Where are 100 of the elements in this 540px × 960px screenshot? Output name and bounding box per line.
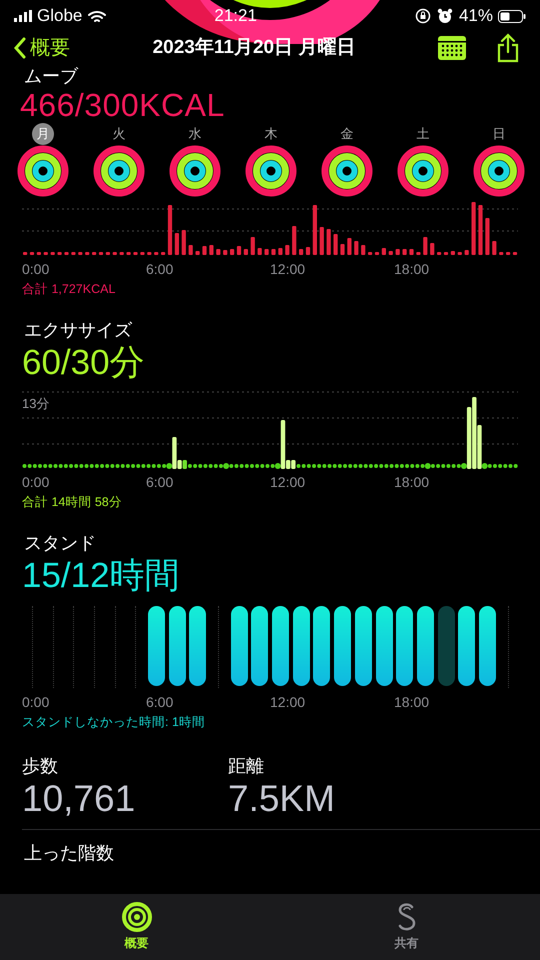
calorie-bar bbox=[368, 252, 372, 255]
calorie-bar bbox=[168, 205, 172, 255]
stat-label: 距離 bbox=[228, 755, 265, 778]
axis-label: 6:00 bbox=[146, 473, 174, 492]
calorie-bar bbox=[271, 249, 276, 255]
calorie-bar bbox=[374, 252, 380, 255]
calorie-bar bbox=[126, 252, 131, 255]
axis-label: 12:00 bbox=[270, 692, 306, 712]
wifi-icon bbox=[88, 10, 106, 22]
weekday-label[interactable]: 木 bbox=[260, 123, 282, 145]
axis-label: 18:00 bbox=[394, 260, 430, 279]
calorie-bar bbox=[423, 237, 428, 255]
section-title: ムーブ bbox=[24, 66, 78, 88]
calorie-bar bbox=[30, 252, 34, 255]
exercise-goal-value: 60/30分 bbox=[21, 344, 146, 382]
axis-label: 18:00 bbox=[394, 692, 430, 712]
calorie-bar bbox=[326, 229, 331, 255]
calorie-bar bbox=[112, 252, 117, 255]
axis-label: 0:00 bbox=[22, 260, 50, 279]
calorie-bar bbox=[340, 244, 345, 255]
calorie-bar bbox=[512, 252, 518, 255]
tab-button[interactable]: 概要 bbox=[122, 894, 152, 960]
total-label: 合計 1,727KCAL bbox=[21, 281, 116, 298]
calorie-bar bbox=[292, 226, 296, 255]
calorie-bar bbox=[361, 245, 366, 255]
calorie-bar bbox=[464, 250, 469, 255]
calorie-bar bbox=[92, 252, 96, 255]
calorie-bar bbox=[437, 252, 442, 255]
stat-value: 7.5KM bbox=[228, 780, 336, 818]
calorie-bar bbox=[174, 233, 179, 255]
total-label: 合計 14時間 58分 bbox=[21, 494, 123, 512]
axis-label: 12:00 bbox=[270, 473, 306, 492]
calorie-bar bbox=[382, 248, 386, 255]
axis-label: 12:00 bbox=[270, 260, 306, 279]
calorie-bar bbox=[354, 241, 358, 255]
calorie-bar bbox=[182, 230, 186, 255]
calendar-icon bbox=[438, 36, 466, 60]
tab-button[interactable]: 共有 bbox=[394, 894, 418, 960]
signal-icon bbox=[14, 10, 32, 22]
calorie-bar bbox=[223, 250, 228, 255]
calorie-bar bbox=[450, 251, 455, 255]
calorie-bar bbox=[506, 252, 510, 255]
axis-label: 6:00 bbox=[146, 692, 174, 712]
stat-label: 歩数 bbox=[22, 755, 59, 778]
calorie-bar bbox=[444, 252, 448, 255]
carrier-name: Globe bbox=[37, 5, 82, 28]
activity-rings-icon bbox=[397, 145, 449, 197]
axis-label: 18:00 bbox=[394, 473, 430, 492]
calorie-bar bbox=[402, 249, 407, 255]
stand-goal-value: 15/12時間 bbox=[21, 557, 181, 596]
calorie-bar bbox=[202, 246, 207, 255]
move-goal-value: 466/300KCAL bbox=[20, 89, 225, 121]
share-icon bbox=[496, 33, 520, 63]
battery-icon bbox=[498, 10, 526, 22]
calorie-bar bbox=[216, 249, 220, 255]
calorie-bar bbox=[188, 245, 193, 255]
calorie-bar bbox=[472, 202, 476, 255]
calorie-bar bbox=[140, 252, 144, 255]
calorie-bar bbox=[209, 245, 214, 255]
calorie-bar bbox=[312, 205, 317, 255]
calorie-bar bbox=[499, 252, 504, 255]
calorie-bar bbox=[58, 252, 62, 255]
calorie-bar bbox=[478, 205, 483, 255]
calorie-bar bbox=[154, 252, 158, 255]
calorie-bar bbox=[492, 241, 496, 255]
calorie-bar bbox=[430, 243, 434, 255]
weekday-label[interactable]: 火 bbox=[108, 123, 130, 145]
activity-rings-icon bbox=[245, 145, 297, 197]
calorie-bar bbox=[230, 249, 234, 255]
calorie-bar bbox=[388, 251, 393, 255]
activity-rings-icon bbox=[473, 145, 525, 197]
weekday-label[interactable]: 土 bbox=[412, 123, 434, 145]
calorie-bar bbox=[278, 248, 282, 255]
calorie-bar bbox=[44, 252, 48, 255]
calorie-bar bbox=[409, 249, 414, 255]
weekday-label[interactable]: 金 bbox=[336, 123, 358, 145]
back-link[interactable]: 概要 bbox=[14, 33, 70, 63]
calorie-bar bbox=[161, 252, 166, 255]
calorie-bar bbox=[120, 252, 124, 255]
calorie-bar bbox=[299, 249, 304, 255]
section-title: 上った階数 bbox=[23, 842, 115, 866]
stat-value: 10,761 bbox=[22, 780, 136, 818]
calorie-bar bbox=[196, 251, 200, 255]
activity-rings-icon bbox=[321, 145, 373, 197]
weekday-label[interactable]: 水 bbox=[184, 123, 206, 145]
share-button[interactable] bbox=[496, 33, 520, 63]
calendar-button[interactable] bbox=[438, 36, 466, 60]
calorie-bar bbox=[85, 252, 90, 255]
calorie-bar bbox=[23, 252, 28, 255]
calorie-bar bbox=[264, 249, 269, 255]
calorie-bar bbox=[98, 252, 104, 255]
calorie-bar bbox=[485, 218, 490, 255]
axis-label: 0:00 bbox=[22, 692, 50, 712]
weekday-label[interactable]: 日 bbox=[488, 123, 510, 145]
calorie-bar bbox=[396, 249, 400, 255]
activity-rings-icon bbox=[93, 145, 145, 197]
activity-rings-icon bbox=[169, 145, 221, 197]
alarm-icon bbox=[436, 8, 453, 24]
calorie-bar bbox=[258, 248, 262, 255]
calorie-bar bbox=[320, 227, 324, 255]
